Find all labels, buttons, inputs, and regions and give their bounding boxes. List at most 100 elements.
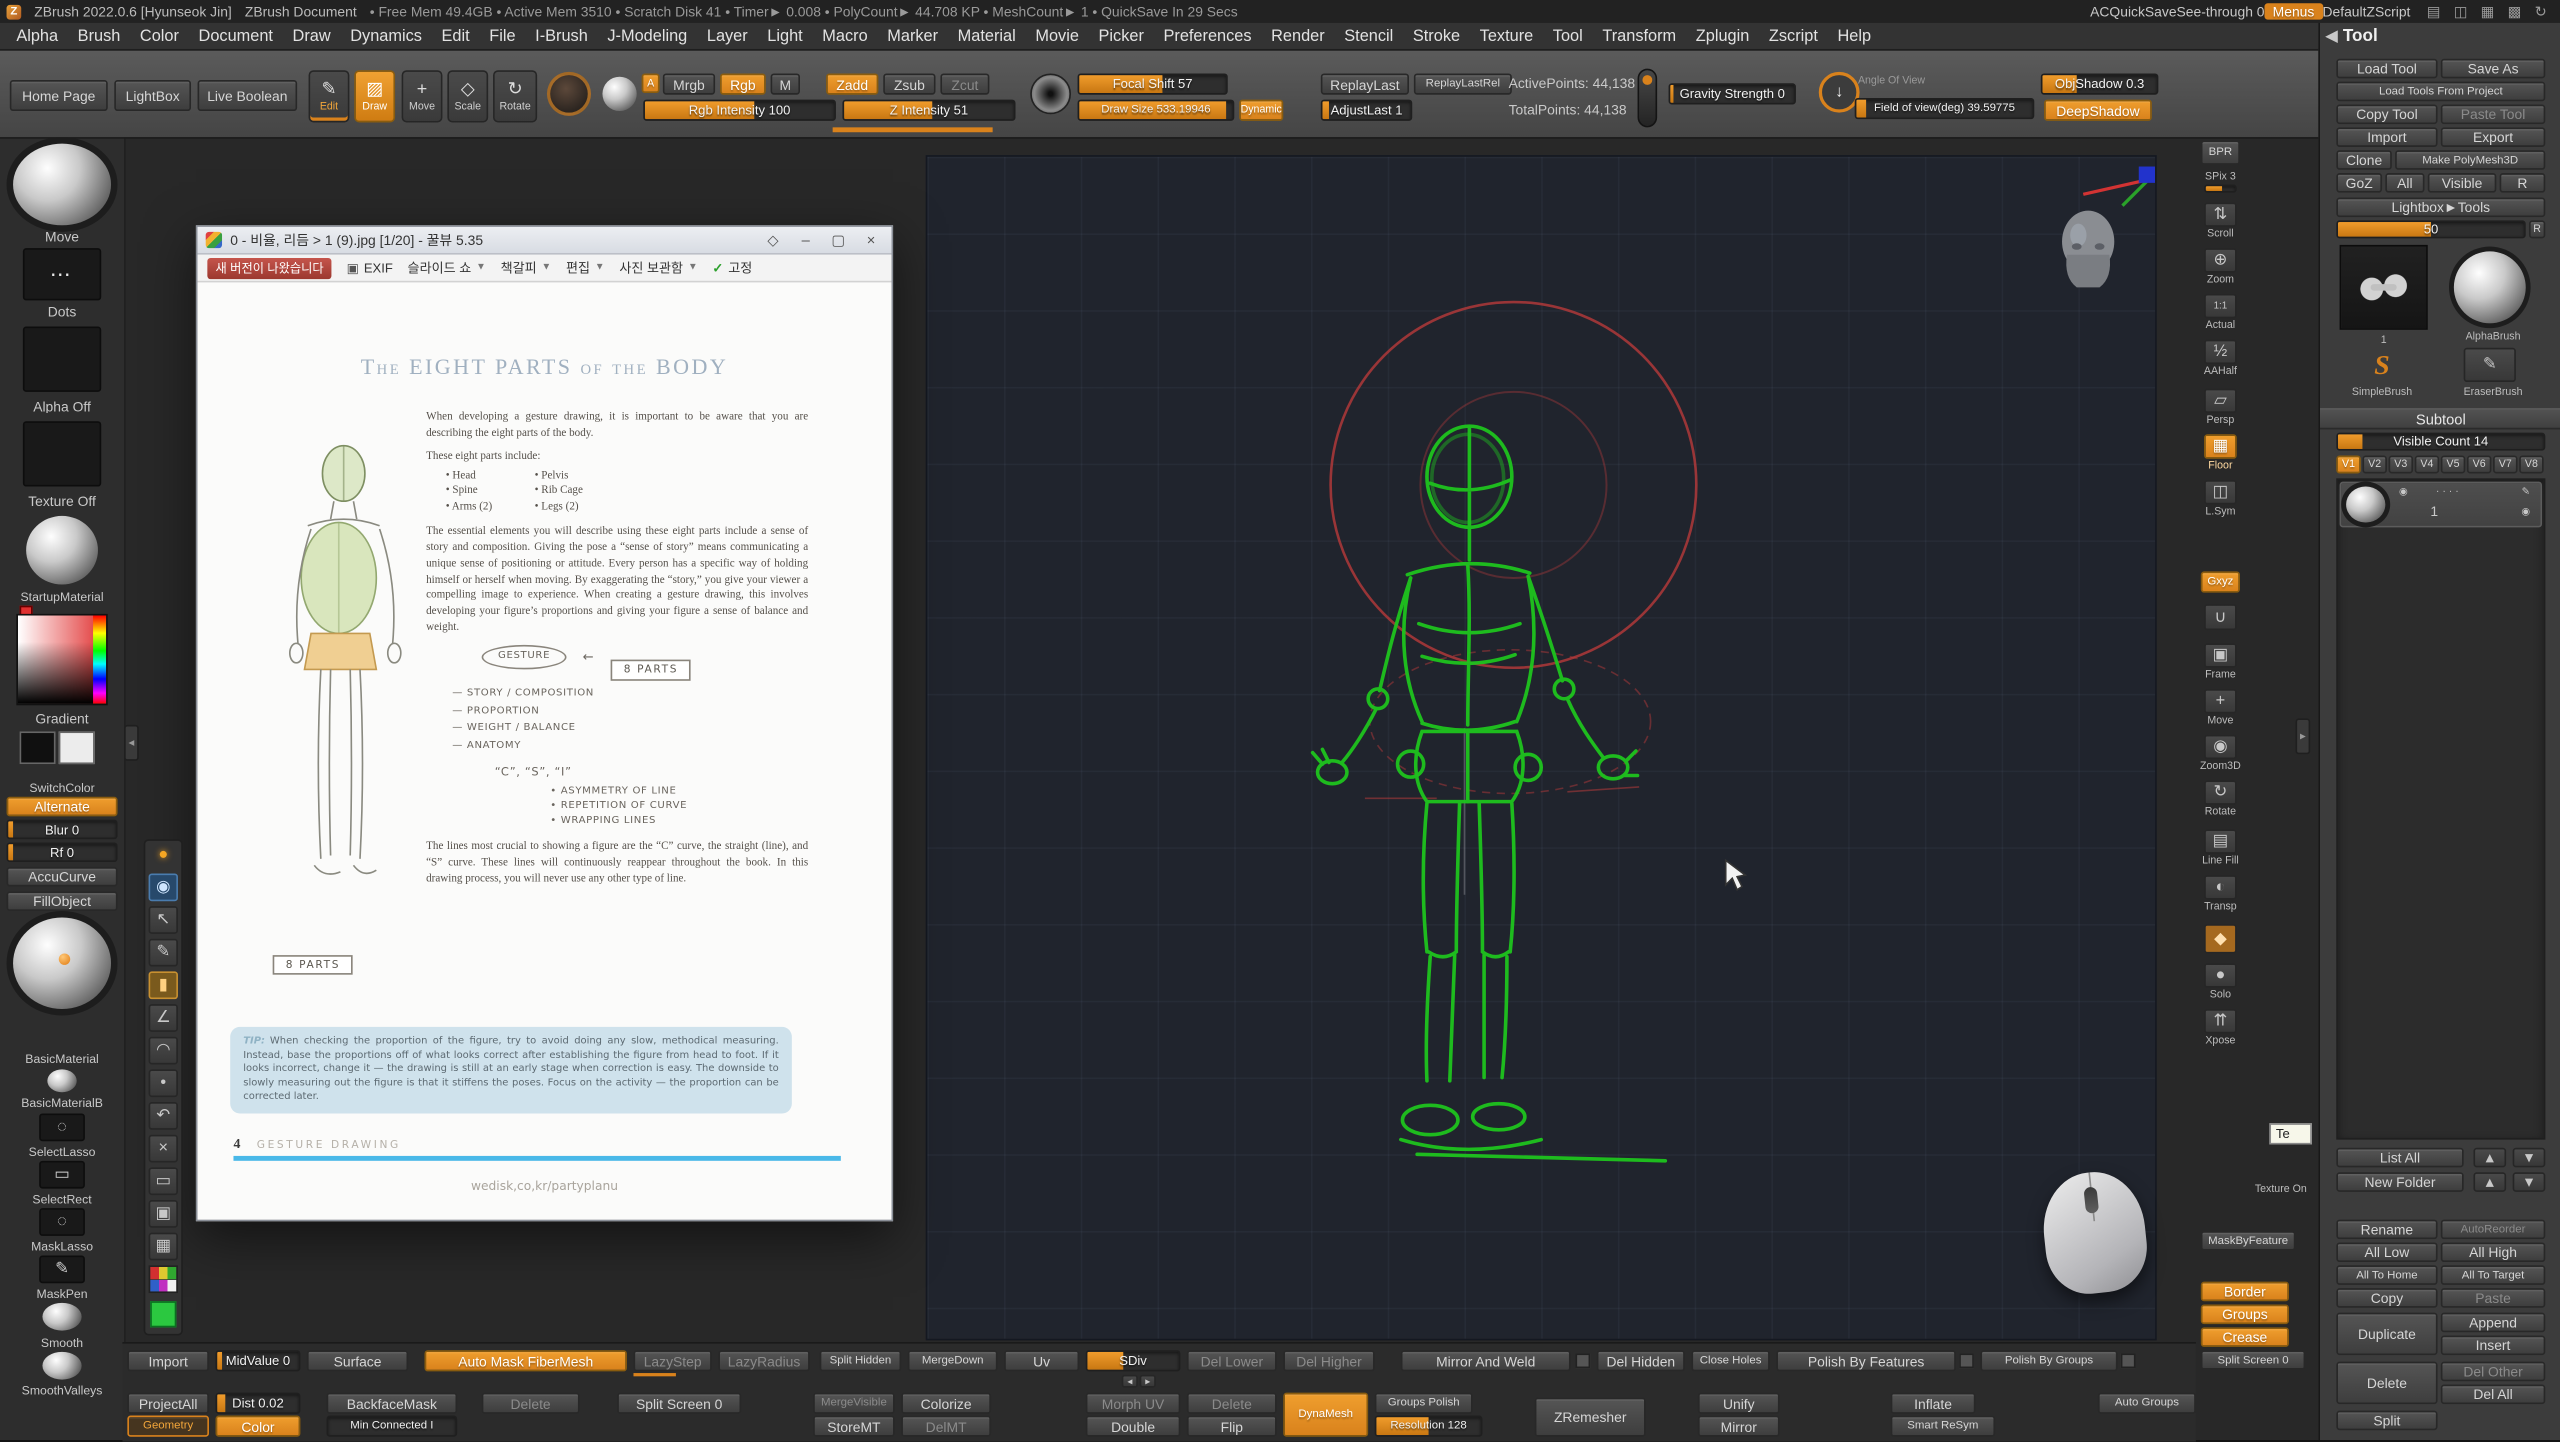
- xpose-icon[interactable]: ⇈: [2204, 1009, 2237, 1033]
- smoothvalleys-thumb[interactable]: [42, 1352, 81, 1380]
- default-zscript-button[interactable]: DefaultZScript: [2322, 3, 2410, 19]
- transp-icon[interactable]: ◐: [2204, 875, 2237, 899]
- pen-icon[interactable]: ✎: [149, 939, 178, 967]
- paste-subtool-button[interactable]: Paste: [2441, 1288, 2545, 1308]
- menu-item[interactable]: Edit: [442, 27, 470, 45]
- split-button[interactable]: Split: [2336, 1411, 2437, 1431]
- scale-mode-button[interactable]: ◇Scale: [447, 70, 488, 122]
- double-button[interactable]: Double: [1086, 1416, 1181, 1437]
- append-button[interactable]: Append: [2441, 1313, 2545, 1333]
- sync-icon[interactable]: ↻: [2535, 2, 2547, 20]
- camview-head[interactable]: [2051, 206, 2126, 297]
- sdiv-left-button[interactable]: ◂: [1122, 1375, 1138, 1388]
- menu-item[interactable]: Layer: [707, 27, 748, 45]
- brush-thumb[interactable]: [13, 144, 111, 226]
- menu-item[interactable]: Help: [1837, 27, 1871, 45]
- zadd-button[interactable]: Zadd: [826, 73, 878, 94]
- duplicate-button[interactable]: Duplicate: [2336, 1313, 2437, 1355]
- menu-item[interactable]: Brush: [78, 27, 121, 45]
- folder-down-button[interactable]: ▾: [2513, 1172, 2546, 1192]
- copy-subtool-button[interactable]: Copy: [2336, 1288, 2437, 1308]
- load-tools-from-project-button[interactable]: Load Tools From Project: [2336, 82, 2545, 102]
- menu-item[interactable]: Stroke: [1413, 27, 1460, 45]
- a-badge[interactable]: A: [642, 73, 660, 93]
- palette-icon[interactable]: [149, 1265, 178, 1293]
- edit-mode-button[interactable]: ✎Edit: [309, 70, 350, 122]
- autoreorder-button[interactable]: AutoReorder: [2441, 1220, 2545, 1240]
- menu-item[interactable]: Transform: [1602, 27, 1676, 45]
- delete-subtool-button[interactable]: Delete: [2336, 1362, 2437, 1404]
- texture-thumb[interactable]: [23, 421, 101, 486]
- solo-icon[interactable]: ●: [2204, 963, 2237, 987]
- focal-shift-icon[interactable]: [1030, 73, 1071, 114]
- menus-button[interactable]: Menus: [2265, 3, 2323, 19]
- all-low-button[interactable]: All Low: [2336, 1242, 2437, 1262]
- auto-groups-button[interactable]: Auto Groups: [2098, 1393, 2196, 1414]
- rotate-mode-button[interactable]: ↻Rotate: [493, 70, 537, 122]
- deepshadow-button[interactable]: DeepShadow: [2044, 100, 2152, 121]
- menu-item[interactable]: Draw: [293, 27, 331, 45]
- menu-item[interactable]: Zscript: [1769, 27, 1818, 45]
- lightbox-button[interactable]: LightBox: [114, 80, 191, 111]
- subtool-eye-icon[interactable]: ◉: [2395, 485, 2411, 500]
- delete-button[interactable]: Delete: [482, 1393, 580, 1414]
- del-all-button[interactable]: Del All: [2441, 1384, 2545, 1404]
- current-tool-thumb[interactable]: [2340, 245, 2428, 330]
- folder-up-button[interactable]: ▴: [2473, 1172, 2506, 1192]
- blur-slider[interactable]: Blur 0: [7, 820, 118, 840]
- linefill-icon[interactable]: ▤: [2204, 829, 2237, 853]
- m-button[interactable]: M: [771, 73, 800, 94]
- smart-resym-button[interactable]: Smart ReSym: [1891, 1416, 1995, 1437]
- viewer-titlebar[interactable]: 0 - 비율, 리듬 > 1 (9).jpg [1/20] - 꿀뷰 5.35 …: [198, 227, 892, 255]
- visible-count-slider[interactable]: Visible Count 14: [2336, 433, 2545, 451]
- slideshow-menu[interactable]: 슬라이드 쇼▼: [408, 259, 486, 277]
- photo-library-menu[interactable]: 사진 보관함▼: [619, 259, 697, 277]
- all-to-home-button[interactable]: All To Home: [2336, 1265, 2437, 1285]
- storemt-button[interactable]: StoreMT: [813, 1416, 895, 1437]
- alt-color-swatch[interactable]: [59, 731, 95, 764]
- magnet-icon[interactable]: ∪: [2204, 604, 2237, 630]
- pressure-gauge[interactable]: [1638, 69, 1658, 128]
- groups-button[interactable]: Groups: [2201, 1304, 2289, 1324]
- zsub-button[interactable]: Zsub: [883, 73, 935, 94]
- polish-by-groups-button[interactable]: Polish By Groups: [1980, 1350, 2117, 1371]
- menu-item[interactable]: I-Brush: [535, 27, 588, 45]
- field-of-view-slider[interactable]: Field of view(deg) 39.59775: [1855, 98, 2035, 119]
- main-color-swatch[interactable]: [20, 731, 56, 764]
- lsym-icon[interactable]: ◫: [2204, 480, 2237, 504]
- sdiv-slider[interactable]: SDiv: [1086, 1350, 1181, 1371]
- rgb-intensity-slider[interactable]: Rgb Intensity 100: [643, 100, 836, 121]
- dynamic-button[interactable]: Dynamic: [1239, 100, 1283, 121]
- menu-item[interactable]: Tool: [1553, 27, 1583, 45]
- spix-slider[interactable]: [2204, 184, 2237, 192]
- mirror-and-weld-button[interactable]: Mirror And Weld: [1401, 1350, 1571, 1371]
- subtool-pen-icon[interactable]: ✎: [2518, 485, 2534, 500]
- rgb-button[interactable]: Rgb: [720, 73, 766, 94]
- tab-v8[interactable]: V8: [2519, 456, 2543, 474]
- zoom3d-icon[interactable]: ◉: [2204, 735, 2237, 759]
- import-button[interactable]: Import: [127, 1350, 209, 1371]
- smooth-thumb[interactable]: [42, 1303, 81, 1331]
- screenshot-icon[interactable]: ▣: [149, 1200, 178, 1228]
- masklasso-thumb[interactable]: ◌: [39, 1208, 85, 1236]
- menu-item[interactable]: File: [489, 27, 515, 45]
- dynamesh-button[interactable]: DynaMesh: [1283, 1393, 1368, 1437]
- viewer-pin-button[interactable]: ◇: [761, 231, 785, 249]
- grid-view-icon[interactable]: ▦: [2481, 2, 2495, 20]
- menu-item[interactable]: Material: [958, 27, 1016, 45]
- basicmaterialb-thumb[interactable]: [47, 1069, 76, 1092]
- tool-r-button[interactable]: R: [2529, 220, 2545, 238]
- tab-v7[interactable]: V7: [2493, 456, 2517, 474]
- make-polymesh3d-button[interactable]: Make PolyMesh3D: [2395, 150, 2545, 170]
- tab-v3[interactable]: V3: [2389, 456, 2413, 474]
- import-tool-button[interactable]: Import: [2336, 127, 2437, 147]
- viewer-maximize-button[interactable]: ▢: [826, 231, 850, 249]
- draw-mode-button[interactable]: ▨Draw: [354, 70, 395, 122]
- inflate-button[interactable]: Inflate: [1891, 1393, 1976, 1414]
- surface-button[interactable]: Surface: [307, 1350, 408, 1371]
- rf-slider[interactable]: Rf 0: [7, 842, 118, 862]
- gxyz-button[interactable]: Gxyz: [2201, 571, 2240, 592]
- exif-button[interactable]: ▣EXIF: [347, 260, 393, 275]
- protractor-icon[interactable]: ◠: [149, 1037, 178, 1065]
- polish-groups-toggle[interactable]: [2121, 1353, 2136, 1368]
